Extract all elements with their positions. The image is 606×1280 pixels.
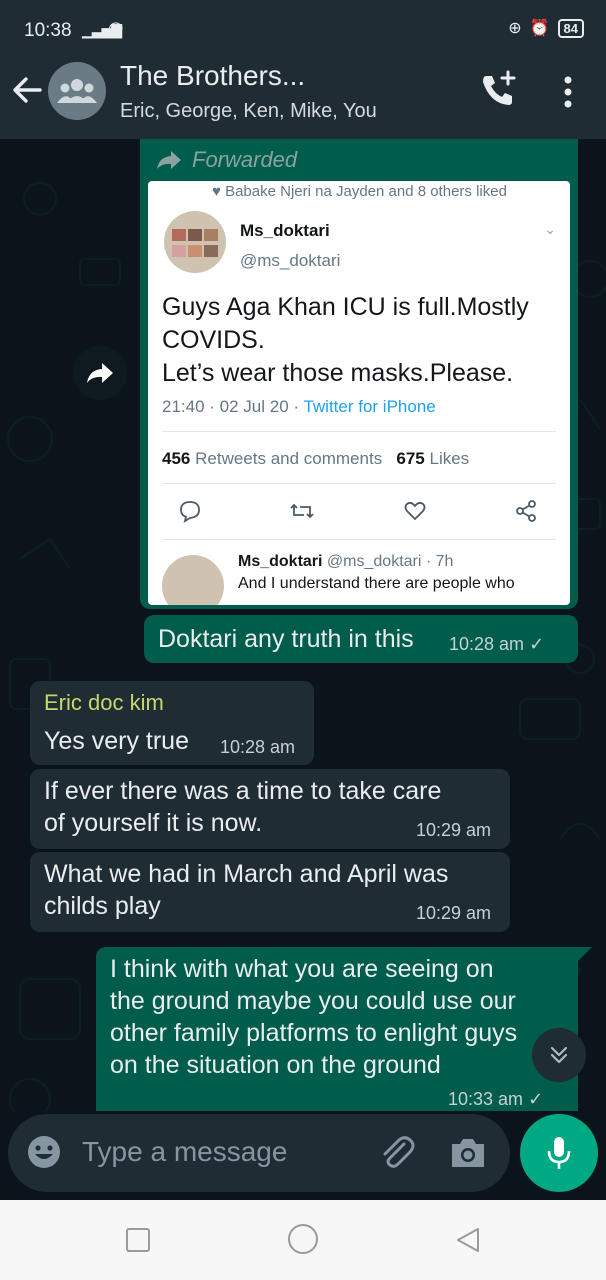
tweet-text-line: COVIDS.: [162, 326, 265, 354]
reply-name: Ms_doktari: [238, 553, 323, 570]
forward-share-button[interactable]: [73, 346, 127, 400]
message-time: 10:28 am ✓: [449, 634, 545, 654]
system-nav-bar: [0, 1200, 606, 1280]
divider: [162, 483, 556, 484]
share-icon: [516, 500, 536, 522]
tweet-author-handle: @ms_doktari: [240, 251, 341, 270]
sender-name[interactable]: Eric doc kim: [44, 687, 164, 719]
avatar-image: [172, 229, 218, 257]
message-text-line: other family platforms to enlight guys: [110, 1019, 518, 1047]
retweets-count: 456: [162, 449, 191, 468]
tweet-liked-by: ♥ Babake Njeri na Jayden and 8 others li…: [212, 183, 507, 200]
retweet-icon: [290, 503, 314, 519]
sent-check-icon: ✓: [544, 573, 560, 593]
message-time: 10:33 am ✓: [448, 1089, 544, 1109]
tweet-text: Guys Aga Khan ICU is full.Mostly COVIDS.…: [162, 291, 562, 390]
message-input[interactable]: Type a message: [82, 1136, 287, 1168]
back-arrow-icon[interactable]: [10, 70, 44, 110]
message-outgoing[interactable]: Doktari any truth in this 10:28 am ✓: [144, 615, 578, 663]
tweet-author-name: Ms_doktari: [240, 221, 330, 240]
nav-back-icon[interactable]: [454, 1226, 482, 1254]
message-text-line: childs play: [44, 892, 161, 920]
bubble-tail: [578, 947, 592, 961]
double-chevron-down-icon: [550, 1046, 568, 1064]
tweet-reply-preview: Ms_doktari @ms_doktari · 7h And I unders…: [148, 541, 570, 605]
wifi-icon: ◠: [108, 18, 124, 38]
message-text-line: What we had in March and April was: [44, 860, 449, 888]
lock-icon: ⊕: [508, 20, 522, 37]
time-text: 10:28 am: [449, 634, 525, 654]
more-options-icon[interactable]: [556, 72, 580, 112]
forwarded-arrow-icon: [157, 151, 181, 169]
chat-participants[interactable]: Eric, George, Ken, Mike, You: [120, 100, 377, 123]
reply-header: Ms_doktari @ms_doktari · 7h: [238, 553, 453, 571]
time-text: 10:33 am: [448, 1089, 524, 1109]
divider: [162, 431, 556, 432]
forward-icon: [87, 363, 113, 383]
message-text-line: the ground maybe you could use our: [110, 987, 516, 1015]
tweet-screenshot[interactable]: ♥ Babake Njeri na Jayden and 8 others li…: [148, 181, 570, 605]
message-incoming[interactable]: If ever there was a time to take care of…: [30, 769, 510, 849]
reply-avatar: [162, 555, 224, 605]
status-time: 10:38: [24, 20, 72, 41]
tweet-stats: 456 Retweets and comments 675 Likes: [162, 449, 469, 469]
message-time: 10:29 am: [416, 903, 492, 923]
message-text-line: of yourself it is now.: [44, 809, 263, 837]
message-incoming[interactable]: What we had in March and April was child…: [30, 852, 510, 932]
chat-title[interactable]: The Brothers...: [120, 60, 305, 92]
scroll-to-bottom-button[interactable]: [532, 1028, 586, 1082]
camera-icon[interactable]: [448, 1134, 488, 1172]
attach-icon[interactable]: [376, 1132, 416, 1172]
divider: [162, 539, 556, 540]
group-icon: [57, 79, 97, 103]
message-time: 10:29 am: [416, 820, 492, 840]
likes-count: 675: [396, 449, 425, 468]
battery-icon: 84: [557, 18, 584, 38]
chevron-down-icon: ⌄: [544, 221, 556, 237]
likes-label: Likes: [429, 449, 470, 468]
forwarded-text: Forwarded: [192, 147, 298, 172]
comment-icon: [180, 501, 200, 523]
alarm-icon: ⏰: [529, 20, 550, 37]
message-incoming[interactable]: Eric doc kim Yes very true 10:28 am: [30, 681, 314, 765]
message-text-line: I think with what you are seeing on: [110, 955, 494, 983]
group-avatar[interactable]: [48, 62, 106, 120]
chat-header: The Brothers... Eric, George, Ken, Mike,…: [0, 46, 606, 139]
tweet-source: Twitter for iPhone: [303, 397, 436, 416]
forwarded-label: Forwarded: [156, 147, 297, 173]
retweets-label: Retweets and comments: [195, 449, 383, 468]
message-text-line: If ever there was a time to take care: [44, 777, 442, 805]
reply-handle: @ms_doktari · 7h: [326, 553, 454, 570]
message-input-bar: Type a message: [8, 1114, 510, 1192]
forwarded-message[interactable]: Forwarded ♥ Babake Njeri na Jayden and 8…: [140, 139, 578, 609]
tweet-avatar: [164, 211, 226, 273]
status-icons: ⊕ ⏰ 84: [508, 18, 584, 38]
tweet-text-line: Let’s wear those masks.Please.: [162, 359, 514, 387]
reply-text: And I understand there are people who: [238, 575, 515, 592]
tweet-date-text: 21:40 · 02 Jul 20 ·: [162, 397, 304, 416]
voice-record-button[interactable]: [520, 1114, 598, 1192]
chat-area[interactable]: Forwarded ♥ Babake Njeri na Jayden and 8…: [0, 139, 606, 1111]
message-outgoing[interactable]: I think with what you are seeing on the …: [96, 947, 578, 1111]
add-call-icon[interactable]: [478, 70, 518, 110]
heart-icon: [404, 501, 426, 521]
emoji-icon[interactable]: [26, 1134, 62, 1170]
tweet-actions: [178, 499, 538, 523]
message-text: Doktari any truth in this: [158, 625, 414, 653]
message-text-line: on the situation on the ground: [110, 1051, 441, 1079]
tweet-date: 21:40 · 02 Jul 20 · Twitter for iPhone: [162, 397, 436, 417]
message-time: 10:28 am: [220, 737, 296, 757]
microphone-icon: [547, 1137, 571, 1169]
home-icon[interactable]: [288, 1224, 318, 1254]
status-bar: 10:38 ▁▃▅▇ ◠ ⊕ ⏰ 84: [0, 0, 606, 46]
tweet-text-line: Guys Aga Khan ICU is full.Mostly: [162, 293, 529, 321]
recent-apps-icon[interactable]: [126, 1228, 150, 1252]
liked-by-text: Babake Njeri na Jayden and 8 others like…: [225, 183, 507, 200]
message-text: Yes very true: [44, 727, 189, 755]
